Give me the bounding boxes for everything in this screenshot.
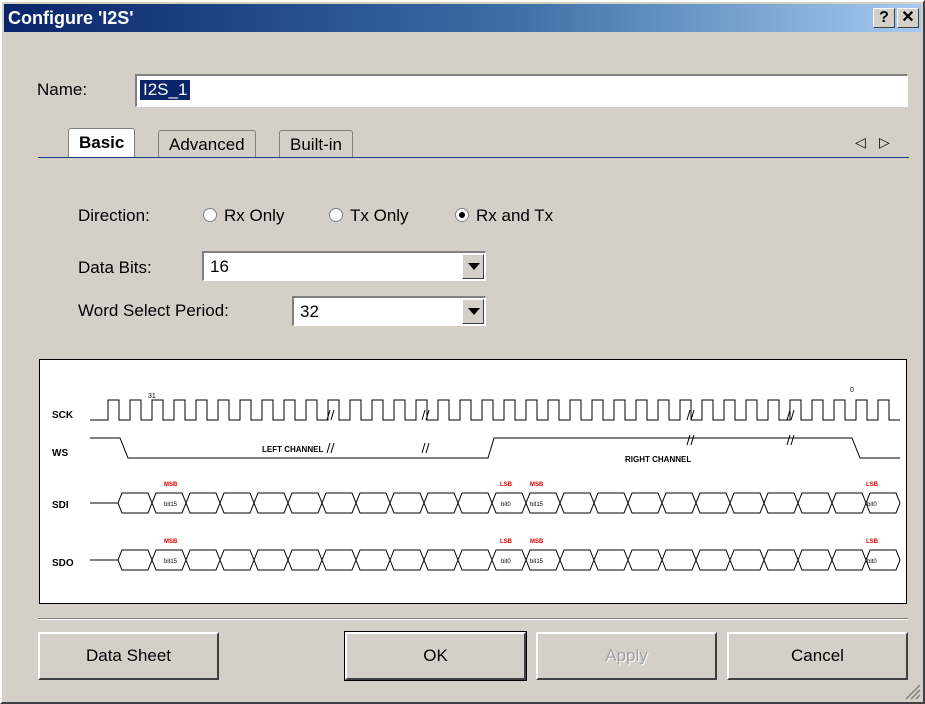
msb-marker: MSB <box>530 482 544 488</box>
word-select-period-value: 32 <box>300 302 319 321</box>
name-label: Name: <box>37 80 88 99</box>
i2s-timing-diagram: SCK WS SDI SDO LEFT CHANNEL RIGHT CHANNE… <box>39 359 907 604</box>
tab-basic-label: Basic <box>79 133 125 152</box>
tab-scroll-left-icon[interactable]: ◁ <box>855 134 866 151</box>
break-mark <box>786 434 795 446</box>
radio-rx-only-label[interactable]: Rx Only <box>224 206 284 226</box>
sdi-cell: bit0 <box>501 502 511 508</box>
break-mark <box>421 442 430 454</box>
title-bar[interactable]: Configure 'I2S' ? ✕ <box>4 4 921 32</box>
tab-scroll-right-icon[interactable]: ▷ <box>879 134 890 151</box>
resize-grip-icon[interactable] <box>903 682 921 700</box>
tab-underline <box>38 157 909 158</box>
radio-tx-only-label[interactable]: Tx Only <box>350 206 409 226</box>
ok-button[interactable]: OK <box>344 631 527 681</box>
break-mark <box>421 409 430 421</box>
sck-waveform <box>90 399 900 421</box>
chevron-down-icon[interactable] <box>462 254 484 279</box>
break-mark <box>326 442 335 454</box>
break-mark <box>686 434 695 446</box>
sdo-cell: bit0 <box>501 559 511 565</box>
msb-marker: MSB <box>164 482 178 488</box>
word-select-period-select[interactable]: 32 <box>292 296 486 326</box>
sdo-cell: bit15 <box>164 559 178 565</box>
apply-button[interactable]: Apply <box>536 632 717 680</box>
sck-marker-0: 0 <box>850 387 854 394</box>
cancel-button[interactable]: Cancel <box>727 632 908 680</box>
tab-advanced-label: Advanced <box>169 135 245 154</box>
data-bits-select[interactable]: 16 <box>202 251 486 281</box>
sdo-cell: bit0 <box>867 559 877 565</box>
sck-marker-31: 31 <box>148 393 156 400</box>
direction-label: Direction: <box>78 206 150 225</box>
radio-rx-and-tx-label[interactable]: Rx and Tx <box>476 206 553 226</box>
ws-waveform <box>90 437 900 459</box>
sdi-waveform <box>90 492 901 514</box>
data-sheet-button[interactable]: Data Sheet <box>38 632 219 680</box>
tab-built-in[interactable]: Built-in <box>279 130 353 158</box>
chevron-down-icon[interactable] <box>462 299 484 324</box>
data-bits-value: 16 <box>210 257 229 276</box>
signal-label-sck: SCK <box>52 410 74 421</box>
name-value: I2S_1 <box>140 80 191 100</box>
window-title: Configure 'I2S' <box>8 8 134 28</box>
lsb-marker: LSB <box>500 482 513 488</box>
tab-built-in-label: Built-in <box>290 135 342 154</box>
radio-rx-and-tx[interactable] <box>455 208 469 222</box>
sdi-cell: bit0 <box>867 502 877 508</box>
configure-dialog: Configure 'I2S' ? ✕ Name: I2S_1 Basic Ad… <box>0 0 925 704</box>
help-button[interactable]: ? <box>873 8 895 28</box>
sdi-cell: bit15 <box>530 502 544 508</box>
separator <box>38 618 908 620</box>
left-channel-label: LEFT CHANNEL <box>262 445 323 454</box>
data-bits-label: Data Bits: <box>78 258 152 277</box>
word-select-period-label: Word Select Period: <box>78 301 229 320</box>
msb-marker: MSB <box>530 539 544 545</box>
right-channel-label: RIGHT CHANNEL <box>625 455 691 464</box>
signal-label-sdi: SDI <box>52 500 69 511</box>
lsb-marker: LSB <box>866 482 879 488</box>
lsb-marker: LSB <box>866 539 879 545</box>
sdi-cell: bit15 <box>164 502 178 508</box>
close-button[interactable]: ✕ <box>897 8 919 28</box>
signal-label-sdo: SDO <box>52 558 74 569</box>
signal-label-ws: WS <box>52 448 68 459</box>
radio-rx-only[interactable] <box>203 208 217 222</box>
timing-diagram-svg: SCK WS SDI SDO LEFT CHANNEL RIGHT CHANNE… <box>52 387 901 571</box>
name-input[interactable]: I2S_1 <box>135 74 908 107</box>
msb-marker: MSB <box>164 539 178 545</box>
lsb-marker: LSB <box>500 539 513 545</box>
sdo-waveform <box>90 549 901 571</box>
radio-tx-only[interactable] <box>329 208 343 222</box>
tab-advanced[interactable]: Advanced <box>158 130 256 158</box>
tab-basic[interactable]: Basic <box>68 128 136 158</box>
sdo-cell: bit15 <box>530 559 544 565</box>
